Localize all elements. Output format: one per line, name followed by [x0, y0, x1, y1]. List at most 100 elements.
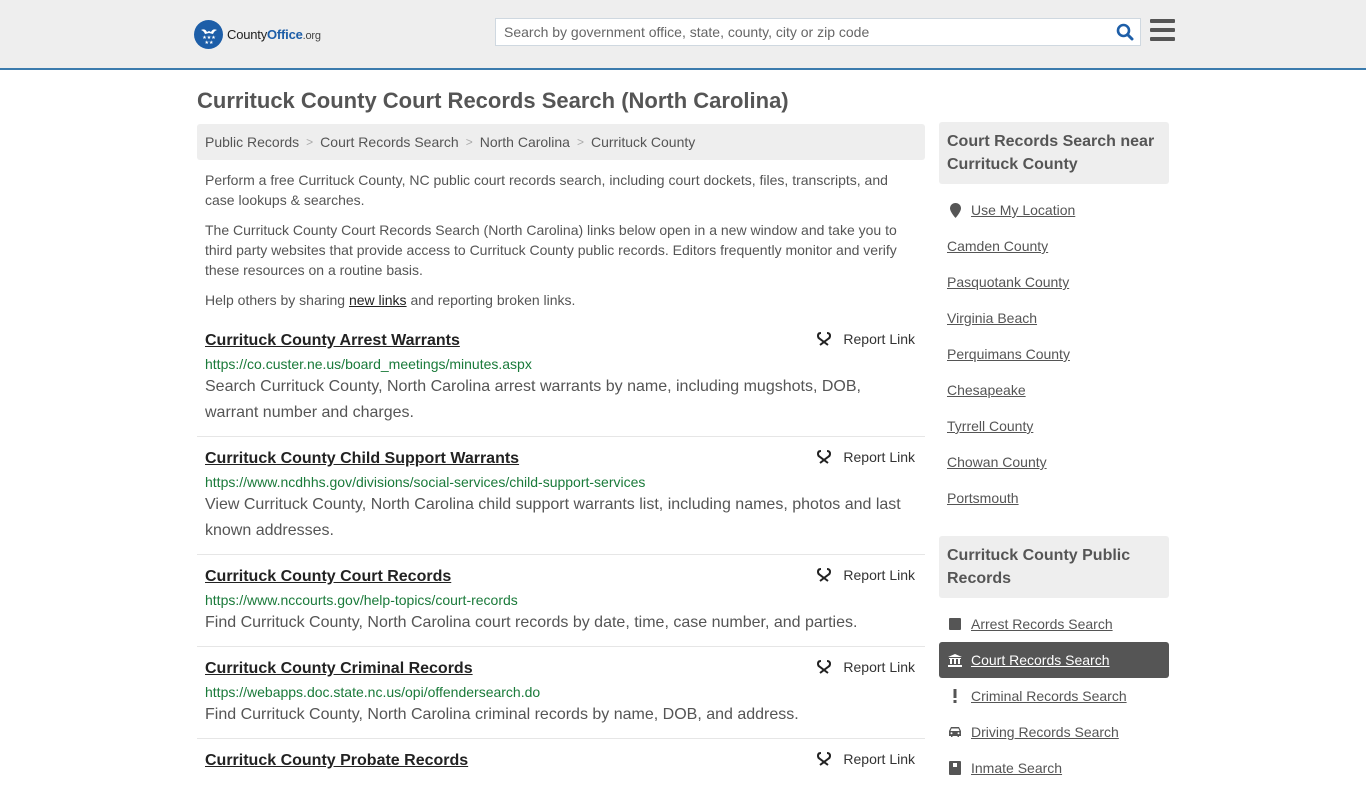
- nearby-item: Camden County: [939, 228, 1169, 264]
- breadcrumb-separator: >: [576, 135, 584, 149]
- arrest-records-search-link[interactable]: Arrest Records Search: [971, 616, 1113, 632]
- nearby-item: Perquimans County: [939, 336, 1169, 372]
- result-url: https://www.nccourts.gov/help-topics/cou…: [205, 592, 518, 608]
- breadcrumb: Public Records > Court Records Search > …: [197, 124, 925, 160]
- breadcrumb-public-records[interactable]: Public Records: [205, 134, 299, 150]
- search-icon: [1116, 23, 1134, 41]
- public-record-item: Driving Records Search: [939, 714, 1169, 750]
- nearby-link-portsmouth[interactable]: Portsmouth: [947, 490, 1019, 506]
- broken-link-icon: [817, 332, 832, 346]
- car-icon: [947, 726, 963, 738]
- public-record-item: Arrest Records Search: [939, 606, 1169, 642]
- public-records-heading: Currituck County Public Records: [939, 536, 1169, 598]
- nearby-link-tyrrell-county[interactable]: Tyrrell County: [947, 418, 1033, 434]
- broken-link-icon: [817, 660, 832, 674]
- result-item: Currituck County Arrest Warrants Report …: [197, 327, 925, 437]
- site-logo[interactable]: ★★★ ★★ CountyOffice.org: [194, 20, 321, 49]
- site-search: [495, 18, 1141, 46]
- logo-wordmark: CountyOffice.org: [227, 27, 321, 42]
- courthouse-icon: [947, 653, 963, 667]
- report-link-button[interactable]: Report Link: [816, 751, 915, 767]
- search-button[interactable]: [1110, 19, 1140, 45]
- report-link-button[interactable]: Report Link: [816, 449, 915, 465]
- exclamation-icon: [947, 689, 963, 703]
- result-title-link[interactable]: Currituck County Arrest Warrants: [205, 330, 460, 352]
- report-link-button[interactable]: Report Link: [816, 331, 915, 347]
- logo-text-county: County: [227, 27, 267, 42]
- broken-link-icon: [817, 450, 832, 464]
- nearby-link-perquimans-county[interactable]: Perquimans County: [947, 346, 1070, 362]
- report-link-button[interactable]: Report Link: [816, 659, 915, 675]
- search-input[interactable]: [496, 19, 1110, 45]
- court-records-search-link[interactable]: Court Records Search: [971, 652, 1110, 668]
- nearby-item: Virginia Beach: [939, 300, 1169, 336]
- report-link-label: Report Link: [843, 751, 915, 767]
- result-item: Currituck County Court Records Report Li…: [197, 555, 925, 647]
- nearby-heading: Court Records Search near Currituck Coun…: [939, 122, 1169, 184]
- result-item: Currituck County Criminal Records Report…: [197, 647, 925, 739]
- nearby-link-camden-county[interactable]: Camden County: [947, 238, 1048, 254]
- result-description: Find Currituck County, North Carolina co…: [205, 614, 858, 631]
- report-link-label: Report Link: [843, 331, 915, 347]
- breadcrumb-currituck-county[interactable]: Currituck County: [591, 134, 695, 150]
- nearby-item: Pasquotank County: [939, 264, 1169, 300]
- intro-p3-text-end: and reporting broken links.: [406, 292, 576, 308]
- breadcrumb-north-carolina[interactable]: North Carolina: [480, 134, 570, 150]
- hamburger-menu-icon[interactable]: [1150, 19, 1175, 41]
- broken-link-icon: [817, 568, 832, 582]
- breadcrumb-separator: >: [465, 135, 473, 149]
- intro-paragraph-3: Help others by sharing new links and rep…: [205, 290, 920, 310]
- result-title-link[interactable]: Currituck County Probate Records: [205, 750, 468, 772]
- nearby-item: Portsmouth: [939, 480, 1169, 516]
- result-description: View Currituck County, North Carolina ch…: [205, 496, 901, 539]
- result-url: https://co.custer.ne.us/board_meetings/m…: [205, 356, 532, 372]
- use-my-location-link[interactable]: Use My Location: [971, 202, 1075, 218]
- nearby-link-pasquotank-county[interactable]: Pasquotank County: [947, 274, 1069, 290]
- menu-bar: [1150, 37, 1175, 41]
- use-my-location-item: Use My Location: [939, 192, 1169, 228]
- nearby-item: Chesapeake: [939, 372, 1169, 408]
- inmate-search-link[interactable]: Inmate Search: [971, 760, 1062, 776]
- driving-records-search-link[interactable]: Driving Records Search: [971, 724, 1119, 740]
- inmate-icon: [947, 761, 963, 775]
- nearby-item: Chowan County: [939, 444, 1169, 480]
- result-url: https://www.ncdhhs.gov/divisions/social-…: [205, 474, 646, 490]
- result-description: Search Currituck County, North Carolina …: [205, 378, 861, 421]
- page-title: Currituck County Court Records Search (N…: [197, 88, 789, 113]
- nearby-item: Tyrrell County: [939, 408, 1169, 444]
- report-link-button[interactable]: Report Link: [816, 567, 915, 583]
- broken-link-icon: [817, 752, 832, 766]
- intro-paragraph-1: Perform a free Currituck County, NC publ…: [205, 172, 888, 208]
- public-records-list: Arrest Records Search Court Records Sear…: [939, 598, 1169, 796]
- intro-paragraph-2: The Currituck County Court Records Searc…: [205, 222, 897, 278]
- result-title-link[interactable]: Currituck County Child Support Warrants: [205, 448, 519, 470]
- site-header: ★★★ ★★ CountyOffice.org: [0, 0, 1366, 70]
- nearby-link-chowan-county[interactable]: Chowan County: [947, 454, 1047, 470]
- intro-text: Perform a free Currituck County, NC publ…: [205, 170, 920, 320]
- results-list: Currituck County Arrest Warrants Report …: [197, 327, 925, 782]
- result-title-link[interactable]: Currituck County Criminal Records: [205, 658, 473, 680]
- svg-text:★★: ★★: [204, 40, 213, 46]
- nearby-list: Use My Location Camden County Pasquotank…: [939, 184, 1169, 526]
- nearby-link-virginia-beach[interactable]: Virginia Beach: [947, 310, 1037, 326]
- result-url: https://webapps.doc.state.nc.us/opi/offe…: [205, 684, 541, 700]
- result-item: Currituck County Child Support Warrants …: [197, 437, 925, 555]
- criminal-records-search-link[interactable]: Criminal Records Search: [971, 688, 1127, 704]
- intro-p3-text: Help others by sharing: [205, 292, 349, 308]
- logo-text-office: Office: [267, 27, 303, 42]
- breadcrumb-separator: >: [306, 135, 314, 149]
- result-item: Currituck County Probate Records Report …: [197, 739, 925, 782]
- menu-bar: [1150, 28, 1175, 32]
- new-links-link[interactable]: new links: [349, 292, 407, 308]
- nearby-link-chesapeake[interactable]: Chesapeake: [947, 382, 1026, 398]
- public-record-item: Criminal Records Search: [939, 678, 1169, 714]
- breadcrumb-court-records-search[interactable]: Court Records Search: [320, 134, 459, 150]
- result-title-link[interactable]: Currituck County Court Records: [205, 566, 451, 588]
- square-icon: [947, 618, 963, 630]
- public-record-item-active: Court Records Search: [939, 642, 1169, 678]
- result-description: Find Currituck County, North Carolina cr…: [205, 706, 799, 723]
- logo-text-org: .org: [302, 30, 321, 42]
- public-record-item: Inmate Search: [939, 750, 1169, 786]
- report-link-label: Report Link: [843, 449, 915, 465]
- map-marker-icon: [947, 202, 963, 218]
